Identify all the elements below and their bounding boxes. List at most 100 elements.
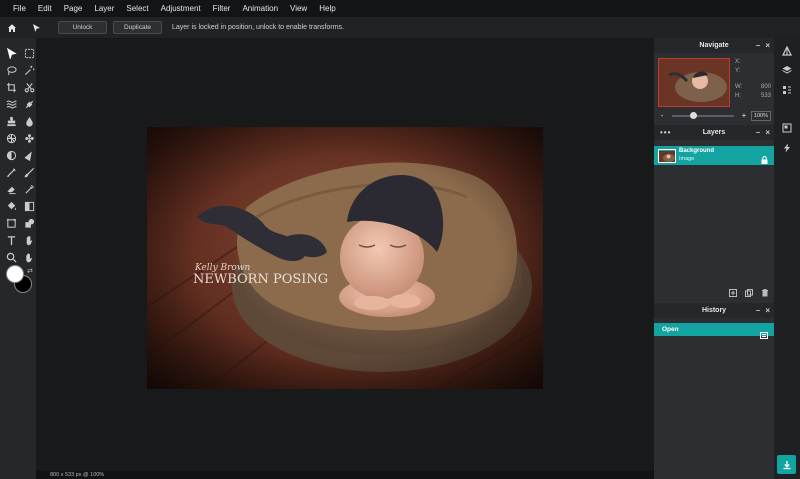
sponge-icon[interactable] [3,130,19,146]
newborn-photo: Kelly Brown NEWBORN POSING [147,127,543,389]
zoom-out-button[interactable]: - [658,111,666,120]
add-layer-icon[interactable] [728,288,737,297]
navigator-info: X: Y: W: 800 H: 533 [735,58,771,101]
image-panel-icon[interactable] [781,122,793,134]
healing-icon[interactable] [21,96,37,112]
status-bar: 800 x 533 px @ 100% [36,471,654,479]
history-close-icon[interactable]: × [765,306,770,315]
history-header: History – × [654,303,774,318]
brush-icon[interactable] [21,164,37,180]
menu-bar: File Edit Page Layer Select Adjustment F… [0,0,800,17]
character-panel-icon[interactable] [781,45,793,57]
shape-icon[interactable] [21,215,37,231]
download-icon [783,460,790,469]
menu-help[interactable]: Help [313,0,341,17]
blur-drop-icon[interactable] [21,113,37,129]
marquee-icon[interactable] [21,45,37,61]
zoom-controls: - + 100% [658,110,771,121]
download-button[interactable] [777,455,796,474]
history-collapse-icon[interactable]: – [756,306,760,315]
scissors-icon[interactable] [21,79,37,95]
actions-panel-icon[interactable] [781,142,793,154]
panel-icon-bar [774,38,800,479]
zoom-slider-handle[interactable] [690,111,698,119]
delete-layer-icon[interactable] [760,288,769,297]
text-icon[interactable] [3,232,19,248]
history-item-label: Open [662,326,679,333]
move-tool-option-icon[interactable] [28,20,44,36]
layer-name: Background [679,148,715,154]
bucket-icon[interactable] [3,198,19,214]
duplicate-button[interactable]: Duplicate [113,21,162,34]
frame-icon[interactable] [3,215,19,231]
gradient-icon[interactable] [21,198,37,214]
menu-filter[interactable]: Filter [207,0,237,17]
history-item-open[interactable]: Open [654,323,774,339]
liquify-icon[interactable] [3,96,19,112]
layer-item-background[interactable]: Background Image [654,146,774,165]
menu-layer[interactable]: Layer [88,0,120,17]
zoom-value-input[interactable]: 100% [750,110,771,121]
menu-adjustment[interactable]: Adjustment [155,0,207,17]
options-toolbar: Unlock Duplicate Layer is locked in posi… [0,17,800,38]
navigate-title: Navigate [699,42,729,49]
w-value: 800 [760,84,771,90]
menu-edit[interactable]: Edit [32,0,58,17]
layers-close-icon[interactable]: × [765,128,770,137]
pattern-icon[interactable] [21,130,37,146]
sharpen-icon[interactable] [21,147,37,163]
lock-icon[interactable] [761,151,768,169]
y-label: Y: [735,68,741,74]
crop-icon[interactable] [3,79,19,95]
layer-actions [728,288,769,297]
color-swatches: ⇄ [6,265,34,293]
x-label: X: [735,59,741,65]
tool-panel: ⇄ [0,38,36,479]
watermark-title: NEWBORN POSING [193,272,328,287]
layers-header: ••• Layers – × [654,125,774,140]
home-icon[interactable] [4,20,20,36]
menu-view[interactable]: View [284,0,313,17]
w-label: W: [735,84,743,90]
navigator-thumbnail[interactable] [658,58,730,107]
unlock-button[interactable]: Unlock [58,21,107,34]
magic-wand-icon[interactable] [21,62,37,78]
swap-colors-icon[interactable]: ⇄ [27,267,33,275]
clone-stamp-icon[interactable] [3,113,19,129]
canvas-area[interactable]: Kelly Brown NEWBORN POSING [36,38,654,471]
layers-panel-icon[interactable] [781,64,793,76]
menu-select[interactable]: Select [120,0,154,17]
menu-animation[interactable]: Animation [236,0,284,17]
menu-file[interactable]: File [0,0,32,17]
status-text: 800 x 533 px @ 100% [50,472,105,478]
duplicate-layer-icon[interactable] [744,288,753,297]
layers-collapse-icon[interactable]: – [756,128,760,137]
history-title: History [701,307,727,314]
eraser-icon[interactable] [3,181,19,197]
navigate-header: Navigate – × [654,38,774,53]
menu-page[interactable]: Page [58,0,89,17]
move-icon[interactable] [3,45,19,61]
pan-hand-icon[interactable] [21,249,37,265]
lasso-icon[interactable] [3,62,19,78]
right-panel: Navigate – × X: Y: W: 800 H: 533 - + 100% … [654,38,774,479]
foreground-color-swatch[interactable] [6,265,24,283]
photo-canvas[interactable]: Kelly Brown NEWBORN POSING [147,127,543,389]
zoom-in-button[interactable]: + [740,111,748,120]
adjustments-panel-icon[interactable] [781,84,793,96]
dodge-icon[interactable] [3,147,19,163]
hand-icon[interactable] [21,232,37,248]
zoom-icon[interactable] [3,249,19,265]
zoom-slider[interactable] [671,111,734,119]
layer-type: Image [679,156,695,162]
navigate-collapse-icon[interactable]: – [756,41,760,50]
layers-menu-icon[interactable]: ••• [660,125,671,140]
color-replace-icon[interactable] [21,181,37,197]
navigate-close-icon[interactable]: × [765,41,770,50]
layers-title: Layers [702,129,726,136]
lock-message: Layer is locked in position, unlock to e… [172,24,344,31]
h-label: H: [735,93,741,99]
pen-icon[interactable] [3,164,19,180]
history-document-icon [760,326,768,344]
navigator-preview-image [659,59,729,106]
